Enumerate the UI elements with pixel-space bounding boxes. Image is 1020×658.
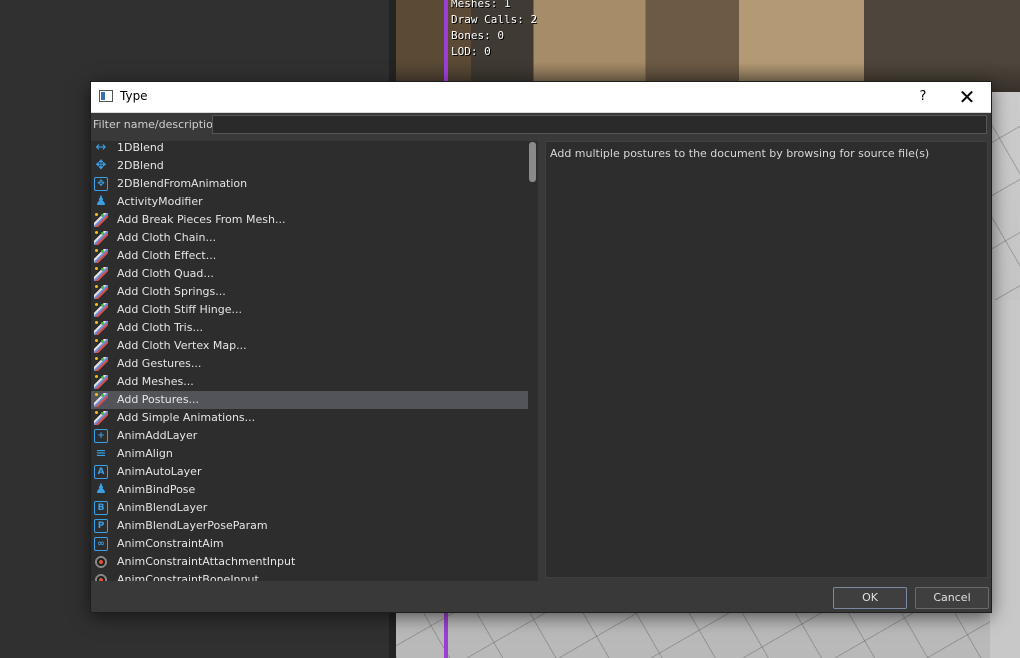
list-item-label: Add Break Pieces From Mesh... [117, 213, 286, 226]
window-icon [99, 90, 113, 102]
list-item[interactable]: Add Gestures... [91, 355, 537, 373]
link-icon: ∞ [94, 537, 108, 551]
stat-bones: Bones: 0 [451, 29, 504, 42]
add-layer-icon: + [94, 429, 108, 443]
stat-lod: LOD: 0 [451, 45, 491, 58]
filter-label: Filter name/description: [93, 118, 224, 131]
magic-wand-icon [94, 231, 108, 245]
list-item[interactable]: B AnimBlendLayer [91, 499, 537, 517]
list-item[interactable]: Add Postures... [91, 391, 537, 409]
target-icon [94, 573, 108, 581]
list-item-label: AnimBlendLayerPoseParam [117, 519, 268, 532]
list-item[interactable]: A AnimAutoLayer [91, 463, 537, 481]
list-item[interactable]: Add Cloth Stiff Hinge... [91, 301, 537, 319]
align-icon: ≡ [95, 446, 107, 461]
dialog-title: Type [120, 89, 148, 103]
target-icon [94, 555, 108, 569]
list-item[interactable]: AnimConstraintBoneInput [91, 571, 537, 581]
list-item[interactable]: Add Cloth Chain... [91, 229, 537, 247]
magic-wand-icon [94, 321, 108, 335]
list-item-label: 2DBlend [117, 159, 164, 172]
viewport-stats: Meshes: 1 Draw Calls: 2 Bones: 0 LOD: 0 [451, 0, 537, 60]
cancel-button[interactable]: Cancel [915, 587, 989, 609]
magic-wand-icon [94, 303, 108, 317]
list-item[interactable]: + AnimAddLayer [91, 427, 537, 445]
list-item-label: Add Cloth Quad... [117, 267, 214, 280]
list-item-label: AnimAlign [117, 447, 173, 460]
list-item[interactable]: ≡ AnimAlign [91, 445, 537, 463]
list-item-label: 1DBlend [117, 141, 164, 154]
list-item-label: Add Cloth Effect... [117, 249, 217, 262]
description-text: Add multiple postures to the document by… [550, 147, 930, 160]
dialog-titlebar[interactable]: Type ? ✕ [91, 82, 991, 113]
list-item-label: Add Cloth Stiff Hinge... [117, 303, 243, 316]
list-item[interactable]: Add Break Pieces From Mesh... [91, 211, 537, 229]
viewport-floor [990, 300, 1020, 658]
list-item-label: Add Meshes... [117, 375, 194, 388]
magic-wand-icon [94, 411, 108, 425]
list-item[interactable]: Add Cloth Quad... [91, 265, 537, 283]
list-item-label: AnimConstraintBoneInput [117, 573, 259, 581]
list-item[interactable]: ✥ 2DBlend [91, 157, 537, 175]
stat-meshes: Meshes: 1 [451, 0, 511, 10]
ok-button[interactable]: OK [833, 587, 907, 609]
help-button[interactable]: ? [911, 86, 935, 108]
magic-wand-icon [94, 357, 108, 371]
list-scroll-thumb[interactable] [529, 142, 536, 182]
magic-wand-icon [94, 285, 108, 299]
list-item-label: Add Gestures... [117, 357, 202, 370]
arrows-cross-icon: ✥ [95, 158, 107, 173]
magic-wand-icon [94, 249, 108, 263]
list-item[interactable]: ✥ 2DBlendFromAnimation [91, 175, 537, 193]
list-scrollbar[interactable] [528, 141, 537, 581]
magic-wand-icon [94, 375, 108, 389]
magic-wand-icon [94, 267, 108, 281]
pose-param-icon: P [94, 519, 108, 533]
arrows-box-icon: ✥ [94, 177, 108, 191]
auto-layer-icon: A [94, 465, 108, 479]
type-list[interactable]: AnimConstraintBoneInput AnimConstraintAtt… [91, 141, 538, 581]
close-button[interactable]: ✕ [949, 84, 985, 110]
list-item[interactable]: ↔ 1DBlend [91, 141, 537, 157]
list-item-label: Add Simple Animations... [117, 411, 256, 424]
description-panel: Add multiple postures to the document by… [545, 141, 988, 578]
figure-icon: ♟ [95, 194, 107, 209]
filter-input[interactable] [212, 115, 987, 134]
list-item[interactable]: AnimConstraintAttachmentInput [91, 553, 537, 571]
list-item-label: Add Postures... [117, 393, 200, 406]
list-item-label: Add Cloth Vertex Map... [117, 339, 247, 352]
list-item-label: Add Cloth Chain... [117, 231, 216, 244]
list-item[interactable]: Add Cloth Tris... [91, 319, 537, 337]
list-item-label: ActivityModifier [117, 195, 203, 208]
list-item-label: AnimAutoLayer [117, 465, 202, 478]
list-item[interactable]: ∞ AnimConstraintAim [91, 535, 537, 553]
list-item-label: AnimConstraintAttachmentInput [117, 555, 296, 568]
list-item[interactable]: P AnimBlendLayerPoseParam [91, 517, 537, 535]
list-item-label: Add Cloth Springs... [117, 285, 226, 298]
list-item[interactable]: Add Simple Animations... [91, 409, 537, 427]
list-item-label: AnimBindPose [117, 483, 196, 496]
magic-wand-icon [94, 339, 108, 353]
list-item[interactable]: ♟ ActivityModifier [91, 193, 537, 211]
type-dialog: Type ? ✕ Filter name/description: AnimCo… [91, 82, 991, 612]
blend-layer-icon: B [94, 501, 108, 515]
list-item[interactable]: Add Meshes... [91, 373, 537, 391]
list-item-label: AnimBlendLayer [117, 501, 208, 514]
figure-icon: ♟ [95, 482, 107, 497]
list-item[interactable]: ♟ AnimBindPose [91, 481, 537, 499]
list-item[interactable]: Add Cloth Springs... [91, 283, 537, 301]
magic-wand-icon [94, 213, 108, 227]
list-item[interactable]: Add Cloth Effect... [91, 247, 537, 265]
list-item[interactable]: Add Cloth Vertex Map... [91, 337, 537, 355]
magic-wand-icon [94, 393, 108, 407]
list-item-label: 2DBlendFromAnimation [117, 177, 248, 190]
list-item-label: AnimAddLayer [117, 429, 198, 442]
arrow-horizontal-icon: ↔ [95, 141, 107, 155]
stat-draw-calls: Draw Calls: 2 [451, 13, 538, 26]
list-item-label: AnimConstraintAim [117, 537, 224, 550]
list-item-label: Add Cloth Tris... [117, 321, 203, 334]
